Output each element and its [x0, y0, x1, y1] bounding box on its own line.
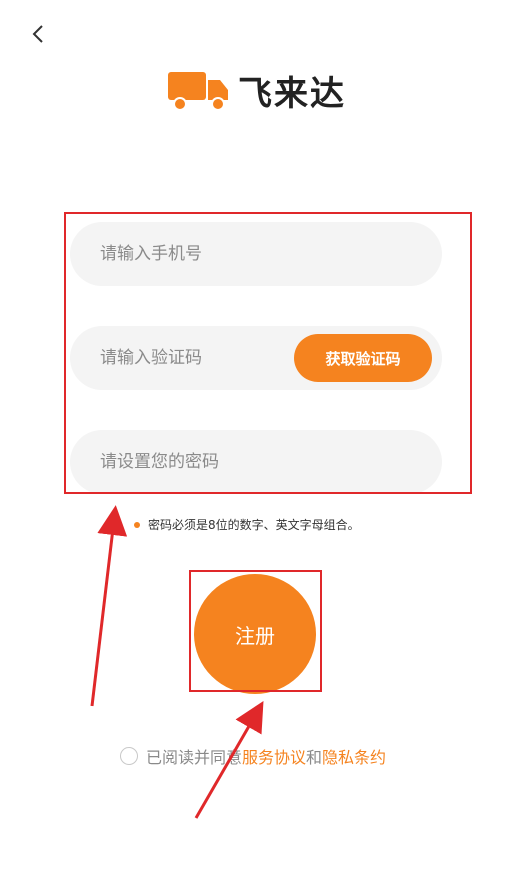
arrow-to-register — [194, 701, 264, 819]
annotation-arrows — [90, 505, 264, 819]
arrow-to-form — [90, 505, 128, 707]
